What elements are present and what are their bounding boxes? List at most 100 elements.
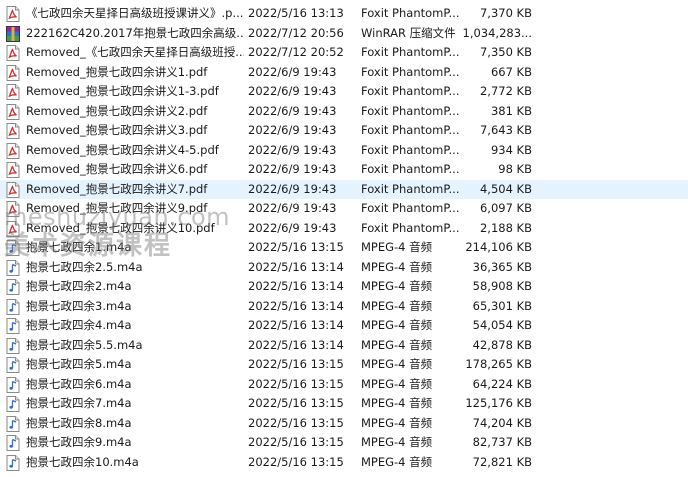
file-size: 98 KB: [498, 162, 532, 176]
file-date-modified: 2022/6/9 19:43: [248, 103, 337, 118]
file-name[interactable]: Removed_抱景七政四余讲义9.pdf: [26, 199, 244, 219]
file-row[interactable]: 抱景七政四余4.m4a 2022/5/16 13:14 MPEG-4 音频 54,05…: [0, 316, 688, 336]
pdf-file-icon: [6, 45, 20, 61]
file-size: 64,224 KB: [472, 376, 532, 391]
file-row[interactable]: 抱景七政四余2.5.m4a 2022/5/16 13:14 MPEG-4 音频 36,…: [0, 258, 688, 278]
file-type: Foxit PhantomP...: [361, 103, 460, 118]
file-name[interactable]: Removed_《七政四余天星择日高级班授...: [26, 43, 244, 63]
file-name[interactable]: 抱景七政四余1.m4a: [26, 238, 244, 258]
file-row[interactable]: 抱景七政四余6.m4a 2022/5/16 13:15 MPEG-4 音频 64,22…: [0, 375, 688, 395]
file-row[interactable]: Removed_抱景七政四余讲义10.pdf 2022/6/9 19:43 Foxi…: [0, 219, 688, 239]
file-date-modified: 2022/6/9 19:43: [248, 162, 337, 176]
file-name[interactable]: Removed_抱景七政四余讲义4-5.pdf: [26, 141, 244, 161]
file-name[interactable]: 抱景七政四余2.5.m4a: [26, 258, 244, 278]
file-name[interactable]: Removed_抱景七政四余讲义3.pdf: [26, 121, 244, 141]
file-type: MPEG-4 音频: [361, 454, 433, 469]
file-row[interactable]: 抱景七政四余10.m4a 2022/5/16 13:15 MPEG-4 音频 72,8…: [0, 453, 688, 473]
file-size: 214,106 KB: [465, 240, 532, 254]
file-row[interactable]: Removed_抱景七政四余讲义7.pdf 2022/6/9 19:43 Foxit…: [0, 179, 688, 200]
file-name[interactable]: 222162C420.2017年抱景七政四余高级...: [26, 24, 244, 44]
file-row[interactable]: 抱景七政四余2.m4a 2022/5/16 13:14 MPEG-4 音频 58,90…: [0, 277, 688, 297]
file-date-modified: 2022/5/16 13:15: [248, 454, 344, 469]
file-size: 2,188 KB: [479, 220, 532, 235]
file-row[interactable]: Removed_抱景七政四余讲义6.pdf 2022/6/9 19:43 Foxit…: [0, 160, 688, 180]
audio-file-icon: [6, 415, 20, 432]
audio-file-icon: [6, 298, 20, 315]
file-list: 《七政四余天星择日高级班授课讲义》.p... 2022/5/16 13:13 Fox…: [0, 4, 688, 472]
file-name[interactable]: 抱景七政四余10.m4a: [26, 453, 244, 473]
file-type: Foxit PhantomP...: [361, 201, 460, 215]
file-size: 72,821 KB: [472, 454, 532, 469]
file-type: Foxit PhantomP...: [361, 142, 460, 157]
file-name[interactable]: 抱景七政四余5.m4a: [26, 355, 244, 375]
file-row[interactable]: 抱景七政四余3.m4a 2022/5/16 13:14 MPEG-4 音频 65,30…: [0, 297, 688, 317]
file-size: 7,370 KB: [479, 6, 532, 20]
file-date-modified: 2022/5/16 13:13: [248, 6, 344, 20]
file-row[interactable]: 抱景七政四余5.5.m4a 2022/5/16 13:14 MPEG-4 音频 42,…: [0, 336, 688, 356]
file-type: MPEG-4 音频: [361, 337, 433, 352]
pdf-file-icon: [6, 220, 20, 237]
file-size: 6,097 KB: [479, 201, 532, 215]
file-date-modified: 2022/5/16 13:14: [248, 337, 344, 352]
file-date-modified: 2022/5/16 13:15: [248, 415, 344, 430]
file-name[interactable]: 抱景七政四余2.m4a: [26, 277, 244, 297]
file-row[interactable]: Removed_抱景七政四余讲义2.pdf 2022/6/9 19:43 Foxit…: [0, 102, 688, 122]
audio-file-icon: [6, 376, 20, 393]
file-date-modified: 2022/5/16 13:15: [248, 376, 344, 391]
file-name[interactable]: Removed_抱景七政四余讲义1-3.pdf: [26, 82, 244, 102]
rar-archive-icon: [6, 25, 20, 42]
file-name[interactable]: 抱景七政四余7.m4a: [26, 394, 244, 414]
file-date-modified: 2022/5/16 13:15: [248, 396, 344, 410]
pdf-file-icon: [6, 201, 20, 217]
file-type: MPEG-4 音频: [361, 415, 433, 430]
file-row[interactable]: Removed_《七政四余天星择日高级班授... 2022/7/12 20:52 F…: [0, 43, 688, 63]
file-name[interactable]: 抱景七政四余5.5.m4a: [26, 336, 244, 356]
file-size: 36,365 KB: [472, 259, 532, 274]
audio-file-icon: [6, 454, 20, 471]
file-size: 1,034,283...: [462, 25, 533, 40]
file-row[interactable]: Removed_抱景七政四余讲义1.pdf 2022/6/9 19:43 Foxit…: [0, 63, 688, 83]
file-row[interactable]: 抱景七政四余9.m4a 2022/5/16 13:15 MPEG-4 音频 82,73…: [0, 433, 688, 453]
file-name[interactable]: Removed_抱景七政四余讲义10.pdf: [26, 219, 244, 239]
file-name[interactable]: 抱景七政四余4.m4a: [26, 316, 244, 336]
file-name[interactable]: Removed_抱景七政四余讲义7.pdf: [26, 180, 244, 200]
file-size: 7,643 KB: [479, 123, 532, 137]
file-name[interactable]: 抱景七政四余6.m4a: [26, 375, 244, 395]
file-name[interactable]: 《七政四余天星择日高级班授课讲义》.p...: [26, 4, 244, 24]
file-size: 178,265 KB: [465, 357, 532, 371]
file-row[interactable]: Removed_抱景七政四余讲义4-5.pdf 2022/6/9 19:43 Fox…: [0, 141, 688, 161]
file-name[interactable]: 抱景七政四余9.m4a: [26, 433, 244, 453]
file-row[interactable]: Removed_抱景七政四余讲义1-3.pdf 2022/6/9 19:43 Fox…: [0, 82, 688, 102]
file-row[interactable]: 抱景七政四余1.m4a 2022/5/16 13:15 MPEG-4 音频 214,1…: [0, 238, 688, 258]
pdf-file-icon: [6, 181, 20, 198]
file-size: 2,772 KB: [479, 84, 532, 98]
file-name[interactable]: Removed_抱景七政四余讲义1.pdf: [26, 63, 244, 83]
file-type: Foxit PhantomP...: [361, 162, 460, 176]
file-row[interactable]: 《七政四余天星择日高级班授课讲义》.p... 2022/5/16 13:13 Fox…: [0, 4, 688, 24]
file-row[interactable]: 抱景七政四余8.m4a 2022/5/16 13:15 MPEG-4 音频 74,20…: [0, 414, 688, 434]
file-row[interactable]: Removed_抱景七政四余讲义9.pdf 2022/6/9 19:43 Foxit…: [0, 199, 688, 219]
file-name[interactable]: Removed_抱景七政四余讲义2.pdf: [26, 102, 244, 122]
file-row[interactable]: 222162C420.2017年抱景七政四余高级... 2022/7/12 20:…: [0, 24, 688, 44]
file-row[interactable]: 抱景七政四余5.m4a 2022/5/16 13:15 MPEG-4 音频 178,2…: [0, 355, 688, 375]
file-date-modified: 2022/5/16 13:14: [248, 298, 344, 313]
file-type: WinRAR 压缩文件: [361, 25, 456, 40]
file-size: 125,176 KB: [465, 396, 532, 410]
file-size: 74,204 KB: [472, 415, 532, 430]
audio-file-icon: [6, 259, 20, 276]
file-size: 4,504 KB: [479, 181, 532, 196]
audio-file-icon: [6, 396, 20, 412]
file-type: MPEG-4 音频: [361, 298, 433, 313]
file-name[interactable]: 抱景七政四余3.m4a: [26, 297, 244, 317]
file-size: 54,054 KB: [472, 318, 532, 332]
audio-file-icon: [6, 435, 20, 451]
file-type: MPEG-4 音频: [361, 240, 433, 254]
file-name[interactable]: Removed_抱景七政四余讲义6.pdf: [26, 160, 244, 180]
file-date-modified: 2022/5/16 13:15: [248, 435, 344, 449]
file-size: 667 KB: [490, 64, 532, 79]
file-name[interactable]: 抱景七政四余8.m4a: [26, 414, 244, 434]
file-row[interactable]: 抱景七政四余7.m4a 2022/5/16 13:15 MPEG-4 音频 125,1…: [0, 394, 688, 414]
file-size: 82,737 KB: [472, 435, 532, 449]
file-type: MPEG-4 音频: [361, 279, 433, 293]
file-row[interactable]: Removed_抱景七政四余讲义3.pdf 2022/6/9 19:43 Foxit…: [0, 121, 688, 141]
